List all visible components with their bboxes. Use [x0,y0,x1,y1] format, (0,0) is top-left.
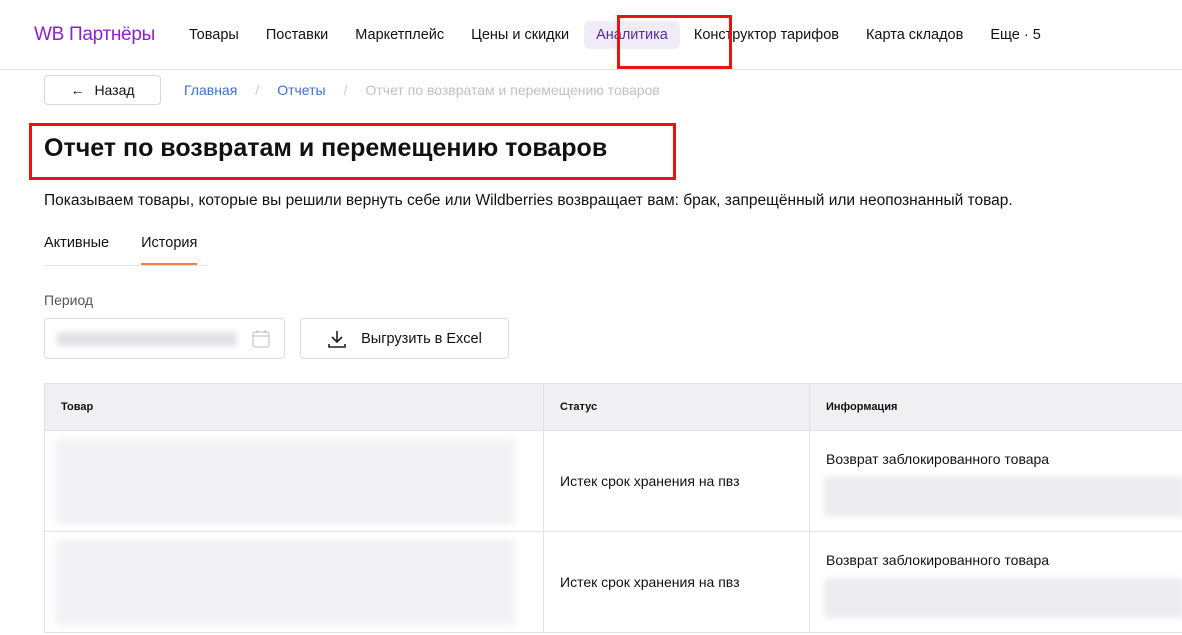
table-row[interactable]: Истек срок хранения на пвз Возврат забло… [44,531,1182,633]
logo[interactable]: WB Партнёры [34,24,155,46]
highlight-box [617,15,732,69]
tab-active[interactable]: Активные [44,235,109,265]
col-info: Информация [809,383,1182,431]
download-icon [328,330,346,348]
status-cell: Истек срок хранения на пвз [543,531,810,633]
returns-table: Товар Статус Информация Истек срок хране… [44,383,1182,633]
nav-supplies[interactable]: Поставки [266,21,328,49]
crumb-current: Отчет по возвратам и перемещению товаров [365,82,660,98]
goods-cell [44,430,544,532]
calendar-icon[interactable] [252,329,270,349]
table-row[interactable]: Истек срок хранения на пвз Возврат забло… [44,430,1182,532]
top-bar: WB Партнёры Товары Поставки Маркетплейс Цен… [0,0,1182,70]
col-goods: Товар [44,383,544,431]
info-text: Возврат заблокированного товара [826,451,1050,467]
export-label: Выгрузить в Excel [361,330,482,347]
tab-history[interactable]: История [141,235,198,265]
highlight-box [29,123,676,180]
blurred-product [55,540,515,625]
nav-goods[interactable]: Товары [189,21,239,49]
nav-warehouse-map[interactable]: Карта складов [866,21,963,49]
page-description: Показываем товары, которые вы решили вер… [44,192,1013,209]
blurred-info [824,578,1182,618]
blurred-product [55,439,515,524]
nav-marketplace[interactable]: Маркетплейс [355,21,444,49]
export-excel-button[interactable]: Выгрузить в Excel [300,318,509,359]
period-label: Период [44,292,94,308]
blurred-date [57,332,237,346]
breadcrumb: ← Назад Главная / Отчеты / Отчет по возврат… [44,75,660,105]
separator: / [255,82,260,98]
nav-prices[interactable]: Цены и скидки [471,21,569,49]
arrow-left-icon: ← [70,82,85,98]
blurred-info [824,477,1182,517]
crumb-reports[interactable]: Отчеты [277,82,325,98]
tabs: Активные История [44,235,207,266]
goods-cell [44,531,544,633]
info-cell: Возврат заблокированного товара [809,430,1182,532]
nav-more[interactable]: Еще · 5 [990,21,1040,49]
info-text: Возврат заблокированного товара [826,552,1050,568]
separator: / [343,82,348,98]
info-cell: Возврат заблокированного товара [809,531,1182,633]
status-cell: Истек срок хранения на пвз [543,430,810,532]
period-input[interactable] [44,318,285,359]
crumb-home[interactable]: Главная [184,82,237,98]
back-button[interactable]: ← Назад [44,75,161,105]
back-label: Назад [94,82,135,98]
col-status: Статус [543,383,810,431]
